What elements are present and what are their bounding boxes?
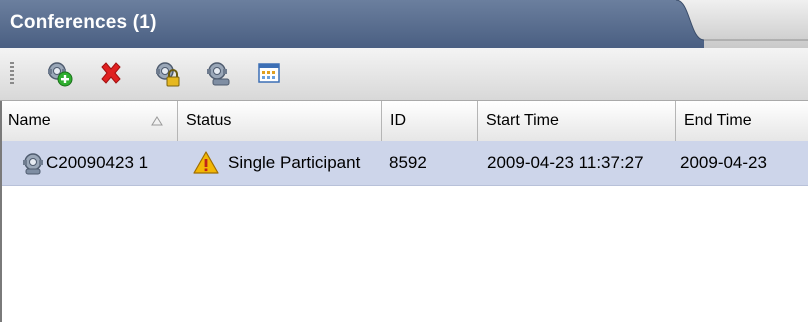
delete-conference-button[interactable] — [94, 56, 128, 90]
conference-properties-button[interactable] — [202, 56, 236, 90]
column-header-status[interactable]: Status — [178, 101, 382, 141]
cell-status: Single Participant — [178, 141, 382, 185]
column-header-end-time[interactable]: End Time — [676, 101, 808, 141]
table-header: Name Status ID Start Time End Time — [0, 101, 808, 142]
sort-ascending-icon — [151, 116, 163, 126]
add-conference-button[interactable] — [42, 56, 76, 90]
warning-icon — [193, 151, 219, 174]
conference-id: 8592 — [389, 153, 427, 172]
calendar-view-button[interactable] — [252, 56, 286, 90]
conference-name: C20090423 1 — [46, 153, 149, 172]
conference-add-icon — [48, 62, 73, 87]
end-time: 2009-04-23 — [680, 153, 767, 172]
status-text: Single Participant — [228, 153, 361, 172]
panel-title: Conferences (1) — [10, 12, 157, 33]
cell-start-time: 2009-04-23 11:37:27 — [478, 141, 676, 185]
column-header-start-time[interactable]: Start Time — [478, 101, 676, 141]
column-header-label: Status — [186, 112, 232, 129]
cell-name: C20090423 1 — [4, 141, 178, 185]
table-row[interactable]: C20090423 1 Single Participant 8592 2009… — [0, 141, 808, 186]
conference-properties-icon — [207, 62, 230, 86]
conference-toolbar — [0, 48, 808, 101]
cell-id: 8592 — [382, 141, 478, 185]
start-time: 2009-04-23 11:37:27 — [487, 153, 644, 172]
lock-conference-button[interactable] — [150, 56, 184, 90]
conferences-panel: Conferences (1) Name Status ID Start Tim… — [0, 0, 808, 322]
column-header-label: Name — [8, 112, 51, 129]
column-header-label: End Time — [684, 112, 752, 129]
panel-header: Conferences (1) — [0, 0, 808, 49]
column-header-name[interactable]: Name — [0, 101, 178, 141]
cell-end-time: 2009-04-23 — [676, 141, 808, 185]
panel-title-tab[interactable]: Conferences (1) — [0, 0, 700, 49]
toolbar-grip[interactable] — [10, 62, 14, 86]
delete-x-icon — [101, 62, 121, 84]
column-header-id[interactable]: ID — [382, 101, 478, 141]
panel-left-border — [0, 101, 2, 322]
title-tab-edge — [660, 0, 808, 48]
column-header-label: ID — [390, 112, 406, 129]
column-header-label: Start Time — [486, 112, 559, 129]
calendar-icon — [258, 63, 280, 83]
conference-lock-icon — [156, 62, 180, 87]
conference-icon — [23, 153, 43, 175]
table-empty-area[interactable] — [0, 186, 808, 322]
